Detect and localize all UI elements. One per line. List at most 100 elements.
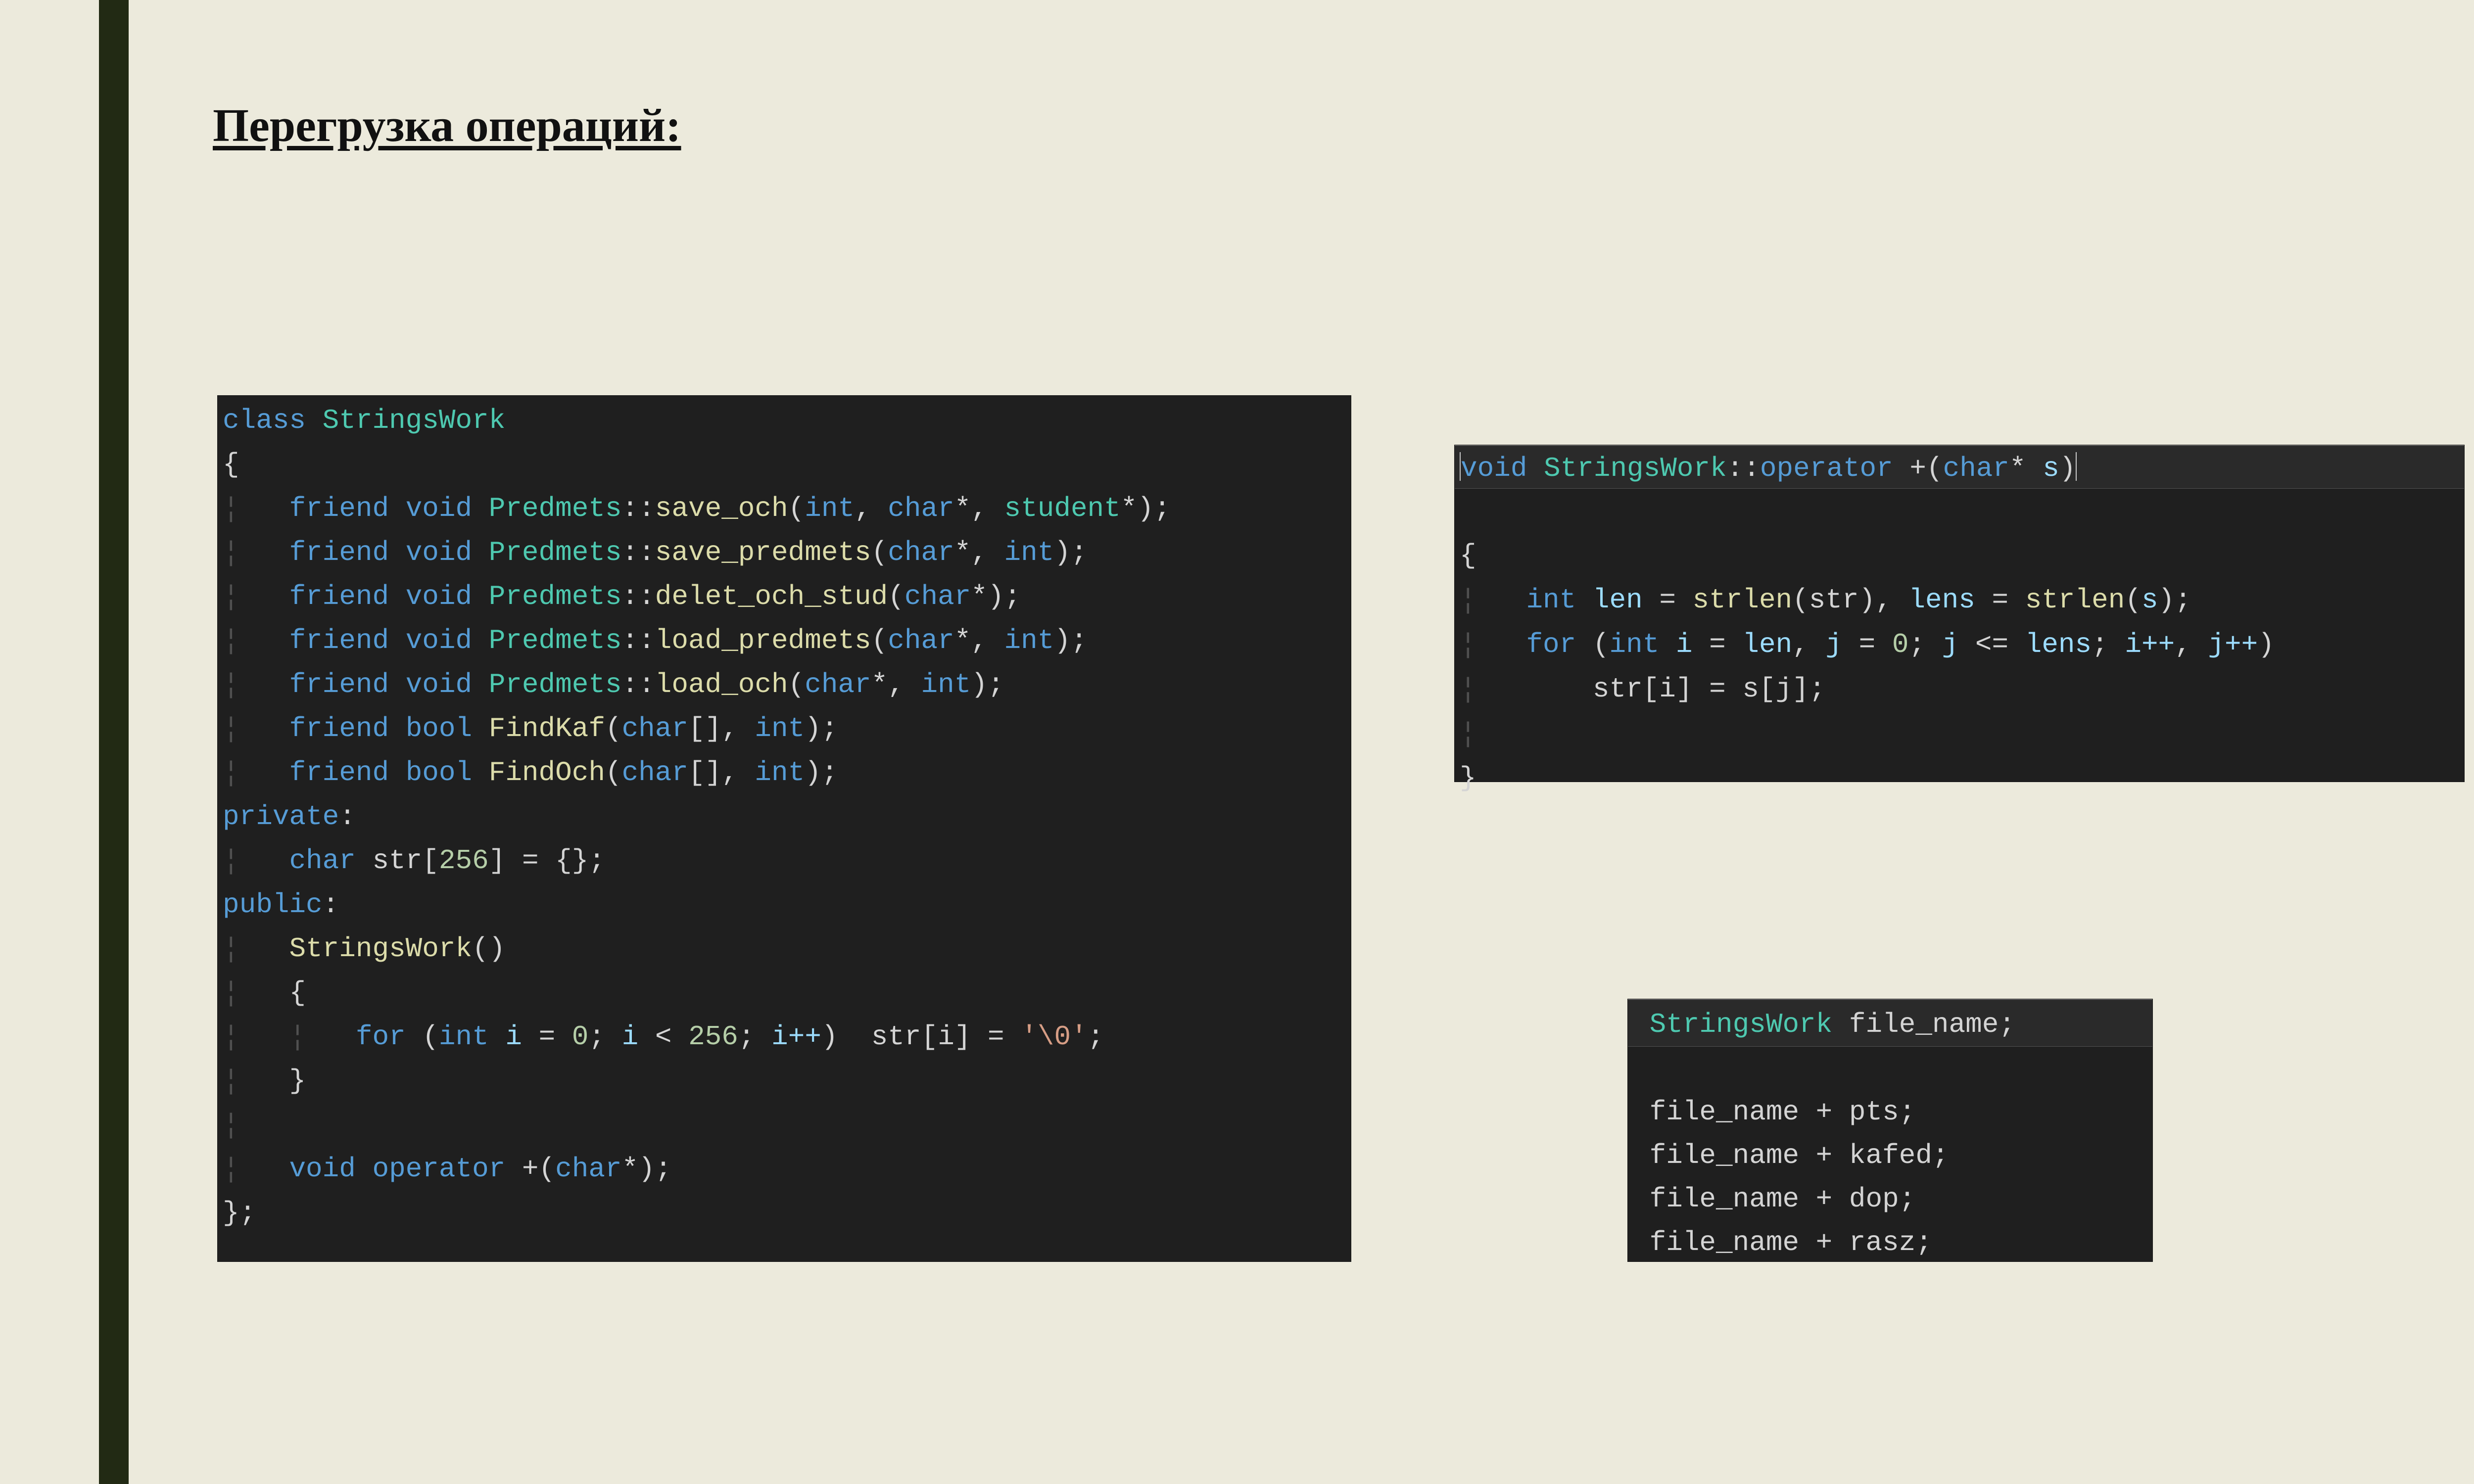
indent-guide: ¦	[223, 625, 239, 656]
sj: s[j]	[1742, 673, 1808, 705]
fn-strlen: strlen	[1693, 584, 1793, 616]
type-predmets5: Predmets	[489, 669, 622, 700]
dcolon: ::	[622, 493, 655, 524]
op-le: <=	[1975, 629, 2008, 660]
text-cursor-end	[2076, 452, 2077, 481]
var-len: len	[1593, 584, 1643, 616]
code-panel-class-stringswork: class StringsWork { ¦ friend void Predme…	[218, 396, 1351, 1261]
brace-open: {	[223, 449, 239, 480]
indent-guide: ¦	[223, 757, 239, 788]
star5: *	[954, 625, 971, 656]
star: *	[954, 493, 971, 524]
kw-void2: void	[406, 537, 472, 568]
plus: +	[1816, 1096, 1833, 1128]
kw-void6: void	[289, 1153, 355, 1185]
kw-int7: int	[439, 1021, 489, 1053]
star4: *	[971, 581, 988, 612]
ipp: i++	[771, 1021, 821, 1053]
kw-char9: char	[555, 1153, 621, 1185]
var-file-name: file_name	[1849, 1009, 1998, 1040]
indent-guide: ¦	[223, 1065, 239, 1097]
fn-delet-och-stud: delet_och_stud	[655, 581, 888, 612]
kw-void5: void	[406, 669, 472, 700]
kw-friend2: friend	[289, 537, 389, 568]
code-block-2: void StringsWork::operator +(char* s) { …	[1460, 445, 2459, 800]
indent-guide: ¦	[223, 1109, 239, 1141]
kw-int6: int	[755, 757, 805, 788]
kw-int2: int	[1609, 629, 1659, 660]
fn-load-predmets: load_predmets	[655, 625, 871, 656]
star3: *	[954, 537, 971, 568]
indent-guide: ¦	[223, 581, 239, 612]
kw-private: private	[223, 801, 339, 833]
indent-guide: ¦	[223, 1153, 239, 1185]
type-predmets4: Predmets	[489, 625, 622, 656]
indent-guide: ¦	[289, 1021, 306, 1053]
brace-open: {	[1460, 540, 1476, 571]
dcolon3: ::	[622, 581, 655, 612]
brace-close: }	[1460, 762, 1476, 794]
kw-int: int	[805, 493, 855, 524]
var-file-name4: file_name	[1650, 1183, 1799, 1215]
plus4: +	[1816, 1227, 1833, 1258]
dcolon: ::	[1727, 453, 1760, 484]
kw-int: int	[1526, 584, 1576, 616]
var-j2: j	[1942, 629, 1959, 660]
kw-friend7: friend	[289, 757, 389, 788]
var-lens2: lens	[2025, 629, 2092, 660]
dcolon4: ::	[622, 625, 655, 656]
kw-int2: int	[1004, 537, 1054, 568]
init-braces: = {};	[505, 845, 605, 877]
kw-friend: friend	[289, 493, 389, 524]
kw-friend3: friend	[289, 581, 389, 612]
param-s: s	[2043, 453, 2059, 484]
indent-guide: ¦	[1460, 673, 1476, 705]
star6: *	[871, 669, 888, 700]
var-file-name2: file_name	[1650, 1096, 1799, 1128]
indent-guide: ¦	[223, 669, 239, 700]
indent-guide: ¦	[223, 493, 239, 524]
kw-char5: char	[805, 669, 871, 700]
jpp: j++	[2208, 629, 2258, 660]
fn-save-predmets: save_predmets	[655, 537, 871, 568]
num-0: 0	[1892, 629, 1909, 660]
var-dop: dop	[1849, 1183, 1899, 1215]
star7: *	[622, 1153, 639, 1185]
num-256b: 256	[688, 1021, 738, 1053]
type-predmets: Predmets	[489, 493, 622, 524]
kw-char2: char	[888, 537, 954, 568]
code-panel-usage: StringsWork file_name; file_name + pts; …	[1628, 999, 2152, 1261]
kw-void: void	[1461, 453, 1527, 484]
kw-char8: char	[289, 845, 355, 877]
kw-char: char	[1943, 453, 2009, 484]
kw-operator: operator	[372, 1153, 505, 1185]
kw-char6: char	[622, 713, 688, 744]
dcolon2: ::	[622, 537, 655, 568]
kw-void: void	[406, 493, 472, 524]
var-rasz: rasz	[1849, 1227, 1915, 1258]
slide-title: Перегрузка операций:	[213, 99, 2474, 152]
fn-save-och: save_och	[655, 493, 788, 524]
kw-public: public	[223, 889, 323, 921]
kw-for: for	[1526, 629, 1576, 660]
slide-accent-bar	[99, 0, 129, 1484]
indent-guide: ¦	[1460, 629, 1476, 660]
kw-friend4: friend	[289, 625, 389, 656]
current-line-highlight: void StringsWork::operator +(char* s)	[1455, 445, 2464, 489]
brace-open-ctor: {	[289, 977, 306, 1009]
type-predmets2: Predmets	[489, 537, 622, 568]
stri: str[i]	[1593, 673, 1693, 705]
var-file-name3: file_name	[1650, 1140, 1799, 1171]
kw-void4: void	[406, 625, 472, 656]
indent-guide: ¦	[223, 713, 239, 744]
type-stringswork: StringsWork	[1650, 1009, 1833, 1040]
type-student: student	[1004, 493, 1121, 524]
current-line-highlight: StringsWork file_name;	[1628, 999, 2152, 1047]
kw-friend6: friend	[289, 713, 389, 744]
indent-guide: ¦	[223, 845, 239, 877]
brace-close-ctor: }	[289, 1065, 306, 1097]
fn-strlen2: strlen	[2025, 584, 2125, 616]
code-block-3: StringsWork file_name; file_name + pts; …	[1633, 999, 2147, 1264]
code-panel-operator-plus: void StringsWork::operator +(char* s) { …	[1455, 445, 2464, 782]
var-file-name5: file_name	[1650, 1227, 1799, 1258]
